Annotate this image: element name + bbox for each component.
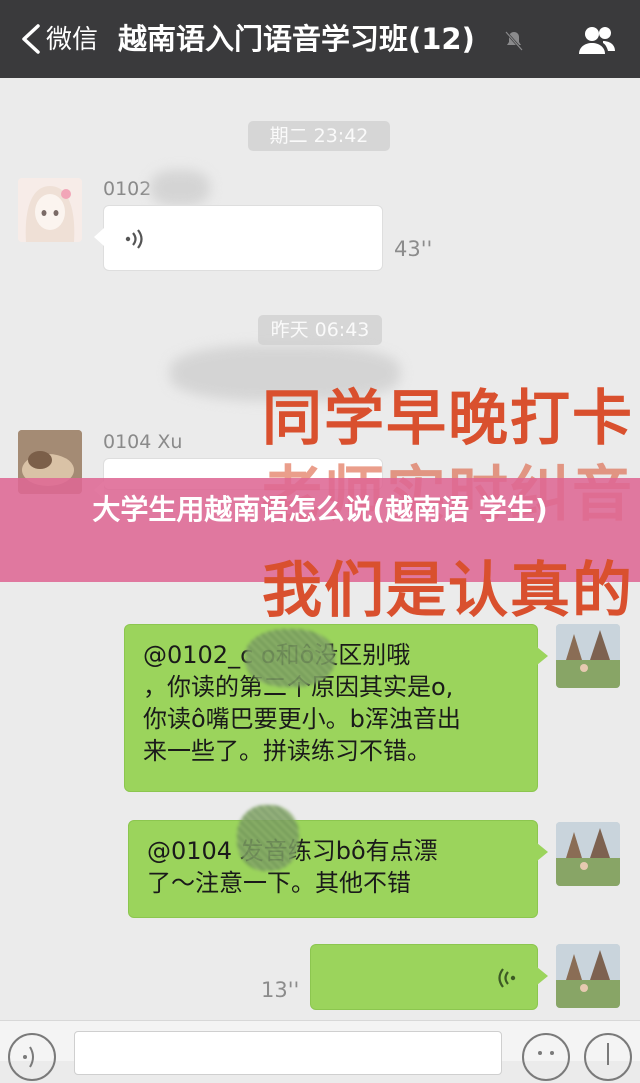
timestamp: 期二 23:42 [248,121,390,151]
sender-name: 0104 Xu [103,431,183,453]
voice-input-icon [23,1046,34,1068]
message-input[interactable] [74,1031,502,1075]
voice-duration: 43'' [394,237,433,261]
avatar[interactable] [556,822,620,886]
sent-text-bubble[interactable]: @0102_c o和ô没区别哦 ，你读的第二个原因其实是o, 你读ô嘴巴要更小。… [124,624,548,792]
smiley-icon [538,1051,554,1055]
back-button-label[interactable]: 微信 [46,20,98,60]
anime-girl-avatar-icon [18,178,82,242]
mosaic-redaction [245,629,335,687]
plus-icon [607,1043,609,1065]
voice-message-bubble[interactable] [94,205,383,271]
mute-bell-icon [505,31,523,51]
avatar[interactable] [556,944,620,1008]
message-line: 你读ô嘴巴要更小。b浑浊音出 [143,705,461,733]
sent-text-bubble[interactable]: @0104 发音练习bô有点漂 了～注意一下。其他不错 [128,805,548,918]
banner-title: 大学生用越南语怎么说(越南语 学生) [92,493,548,526]
avatar[interactable] [556,624,620,688]
promo-overlay-line: 同学早晚打卡 [262,384,634,454]
chat-header: 微信 越南语入门语音学习班(12) [0,0,640,78]
avatar[interactable] [18,178,82,242]
landscape-avatar-icon [556,822,620,886]
sender-name: 0102 [103,178,152,200]
more-options-button[interactable] [584,1033,632,1081]
voice-wave-icon [498,968,516,988]
timestamp: 昨天 06:43 [258,315,382,345]
landscape-avatar-icon [556,624,620,688]
message-line: 来一些了。拼读练习不错。 [143,737,431,765]
blurred-name [150,170,210,206]
message-line: @0104 发音练习bô有点漂 [147,837,438,865]
chat-title: 越南语入门语音学习班(12) [118,22,475,56]
voice-toggle-button[interactable] [8,1033,56,1081]
group-members-icon[interactable] [576,24,618,56]
voice-duration: 13'' [261,978,300,1002]
voice-message-bubble[interactable] [310,944,548,1010]
message-line: 了～注意一下。其他不错 [147,869,411,897]
mosaic-redaction [237,805,299,871]
message-line: ，你读的第二个原因其实是o, [143,673,454,701]
back-chevron-icon[interactable] [18,22,46,56]
landscape-avatar-icon [556,944,620,1008]
input-bar [0,1020,640,1081]
emoji-button[interactable] [522,1033,570,1081]
voice-wave-icon [125,229,143,249]
promo-overlay-line: 我们是认真的 [262,556,634,626]
